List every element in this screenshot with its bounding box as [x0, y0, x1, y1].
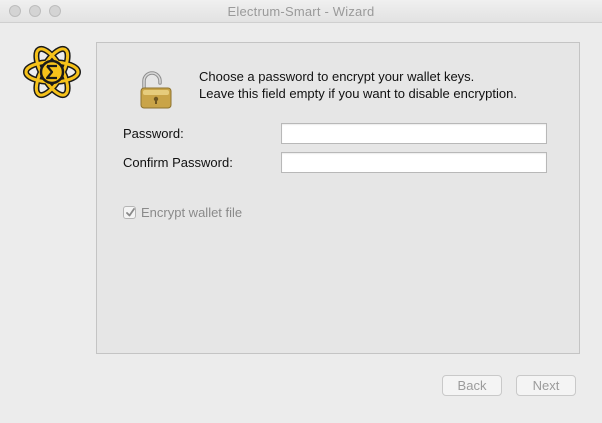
title-bar[interactable]: Electrum-Smart - Wizard: [0, 0, 602, 23]
instruction-text: Choose a password to encrypt your wallet…: [199, 68, 517, 102]
password-field[interactable]: [281, 123, 547, 144]
instruction-line-2: Leave this field empty if you want to di…: [199, 86, 517, 101]
next-button[interactable]: Next: [516, 375, 576, 396]
encrypt-wallet-checkbox[interactable]: [123, 206, 136, 219]
encrypt-wallet-label: Encrypt wallet file: [141, 205, 243, 220]
instruction-line-1: Choose a password to encrypt your wallet…: [199, 69, 475, 84]
checkmark-icon: [126, 208, 135, 217]
electrum-smart-logo-icon: [23, 45, 81, 99]
open-padlock-icon: [140, 71, 172, 109]
wizard-window: Electrum-Smart - Wizard Choose a passwor…: [0, 0, 602, 423]
window-title: Electrum-Smart - Wizard: [227, 4, 375, 19]
confirm-password-field[interactable]: [281, 152, 547, 173]
password-label: Password:: [123, 126, 184, 141]
back-button[interactable]: Back: [442, 375, 502, 396]
confirm-password-label: Confirm Password:: [123, 155, 233, 170]
encrypt-wallet-option[interactable]: Encrypt wallet file: [123, 205, 242, 220]
